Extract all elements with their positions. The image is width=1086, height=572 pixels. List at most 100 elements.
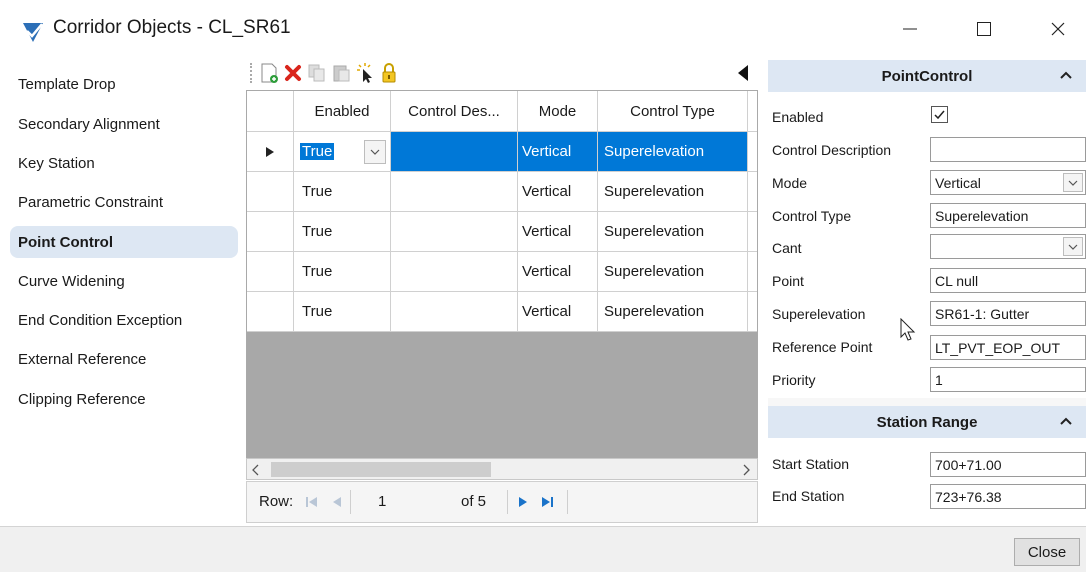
cell-filler xyxy=(748,172,757,212)
nav-label: Parametric Constraint xyxy=(18,193,164,211)
mouse-cursor-icon xyxy=(900,317,916,347)
delete-icon[interactable] xyxy=(282,61,304,85)
last-record-icon[interactable] xyxy=(540,495,554,513)
row-header[interactable] xyxy=(247,252,294,292)
cell-control-type[interactable]: Superelevation xyxy=(598,252,748,292)
nav-item-point-control[interactable]: Point Control xyxy=(10,226,238,258)
start-station-label: Start Station xyxy=(772,456,850,472)
point-label: Point xyxy=(772,273,804,289)
grid-corner xyxy=(247,91,294,132)
enabled-label: Enabled xyxy=(772,109,824,125)
cell-mode[interactable]: Vertical xyxy=(518,132,598,172)
horizontal-scrollbar[interactable] xyxy=(246,458,758,480)
nav-item-key-station[interactable]: Key Station xyxy=(10,147,238,179)
section-divider xyxy=(768,398,1086,406)
control-type-field[interactable]: Superelevation xyxy=(930,203,1086,228)
cell-control-description[interactable] xyxy=(391,212,518,252)
chevron-up-icon[interactable] xyxy=(1060,414,1072,429)
nav-item-template-drop[interactable]: Template Drop xyxy=(10,68,238,100)
copy-icon[interactable] xyxy=(306,61,328,85)
scroll-right-icon[interactable] xyxy=(741,463,751,481)
cell-control-description[interactable] xyxy=(391,252,518,292)
chevron-down-icon[interactable] xyxy=(364,140,386,164)
cell-mode[interactable]: Vertical xyxy=(518,212,598,252)
nav-item-curve-widening[interactable]: Curve Widening xyxy=(10,265,238,297)
control-description-label: Control Description xyxy=(772,142,892,158)
cell-control-description[interactable] xyxy=(391,132,518,172)
cell-enabled[interactable]: True xyxy=(294,252,391,292)
close-button[interactable]: Close xyxy=(1014,538,1080,566)
nav-label: Clipping Reference xyxy=(18,390,146,408)
nav-item-end-condition-exception[interactable]: End Condition Exception xyxy=(10,304,238,336)
pointcontrol-section-header[interactable]: PointControl xyxy=(768,60,1086,92)
mode-select[interactable]: Vertical xyxy=(930,170,1086,195)
add-new-icon[interactable] xyxy=(258,61,280,85)
start-station-field[interactable]: 700+71.00 xyxy=(930,452,1086,477)
cell-mode[interactable]: Vertical xyxy=(518,252,598,292)
previous-record-icon[interactable] xyxy=(331,495,343,513)
cell-enabled[interactable]: True xyxy=(294,212,391,252)
scroll-left-icon[interactable] xyxy=(251,463,261,481)
priority-field[interactable]: 1 xyxy=(930,367,1086,392)
row-header[interactable] xyxy=(247,212,294,252)
cant-select[interactable] xyxy=(930,234,1086,259)
select-cursor-icon[interactable] xyxy=(354,61,376,85)
toolbar-grip xyxy=(250,63,252,83)
cell-control-type[interactable]: Superelevation xyxy=(598,212,748,252)
row-header[interactable] xyxy=(247,172,294,212)
row-header[interactable] xyxy=(247,292,294,332)
superelevation-field[interactable]: SR61-1: Gutter xyxy=(930,301,1086,326)
next-record-icon[interactable] xyxy=(517,495,529,513)
station-range-section-header[interactable]: Station Range xyxy=(768,406,1086,438)
mode-select-value: Vertical xyxy=(935,174,981,191)
lock-icon[interactable] xyxy=(378,61,400,85)
cell-filler xyxy=(748,132,757,172)
maximize-button[interactable] xyxy=(962,14,1006,44)
control-type-label: Control Type xyxy=(772,208,852,224)
first-record-icon[interactable] xyxy=(305,495,319,513)
reference-point-field[interactable]: LT_PVT_EOP_OUT xyxy=(930,335,1086,360)
nav-item-external-reference[interactable]: External Reference xyxy=(10,343,238,375)
cell-enabled[interactable]: True xyxy=(294,172,391,212)
reference-point-label: Reference Point xyxy=(772,339,873,355)
end-station-label: End Station xyxy=(772,488,845,504)
enabled-combobox[interactable]: True xyxy=(294,132,391,172)
window-title: Corridor Objects - CL_SR61 xyxy=(53,17,291,38)
cell-control-description[interactable] xyxy=(391,292,518,332)
cell-control-type[interactable]: Superelevation xyxy=(598,132,748,172)
nav-item-parametric-constraint[interactable]: Parametric Constraint xyxy=(10,186,238,218)
chevron-down-icon[interactable] xyxy=(1063,173,1083,192)
cell-filler xyxy=(748,252,757,292)
nav-item-clipping-reference[interactable]: Clipping Reference xyxy=(10,383,238,415)
nav-label: Point Control xyxy=(18,233,113,251)
section-title: Station Range xyxy=(876,413,978,431)
row-header[interactable] xyxy=(247,132,294,172)
cell-enabled[interactable]: True xyxy=(294,292,391,332)
nav-label: Secondary Alignment xyxy=(18,115,160,133)
column-header-control-type[interactable]: Control Type xyxy=(598,91,748,132)
nav-item-secondary-alignment[interactable]: Secondary Alignment xyxy=(10,108,238,140)
column-header-control-description[interactable]: Control Des... xyxy=(391,91,518,132)
paste-icon[interactable] xyxy=(330,61,352,85)
column-header-mode[interactable]: Mode xyxy=(518,91,598,132)
cell-control-description[interactable] xyxy=(391,172,518,212)
scroll-thumb[interactable] xyxy=(271,462,491,477)
close-window-button[interactable] xyxy=(1036,14,1080,44)
current-row-input[interactable]: 1 xyxy=(378,493,386,510)
enabled-checkbox[interactable] xyxy=(931,106,948,123)
point-field[interactable]: CL null xyxy=(930,268,1086,293)
end-station-field[interactable]: 723+76.38 xyxy=(930,484,1086,509)
cell-mode[interactable]: Vertical xyxy=(518,172,598,212)
navigator-separator xyxy=(567,490,568,514)
row-count-label: of 5 xyxy=(461,493,487,510)
column-header-enabled[interactable]: Enabled xyxy=(294,91,391,132)
chevron-down-icon[interactable] xyxy=(1063,237,1083,256)
checkmark-icon xyxy=(934,110,945,120)
collapse-panel-icon[interactable] xyxy=(736,64,750,87)
cell-control-type[interactable]: Superelevation xyxy=(598,172,748,212)
cell-mode[interactable]: Vertical xyxy=(518,292,598,332)
control-description-field[interactable] xyxy=(930,137,1086,162)
chevron-up-icon[interactable] xyxy=(1060,68,1072,83)
cell-control-type[interactable]: Superelevation xyxy=(598,292,748,332)
minimize-button[interactable] xyxy=(888,14,932,44)
